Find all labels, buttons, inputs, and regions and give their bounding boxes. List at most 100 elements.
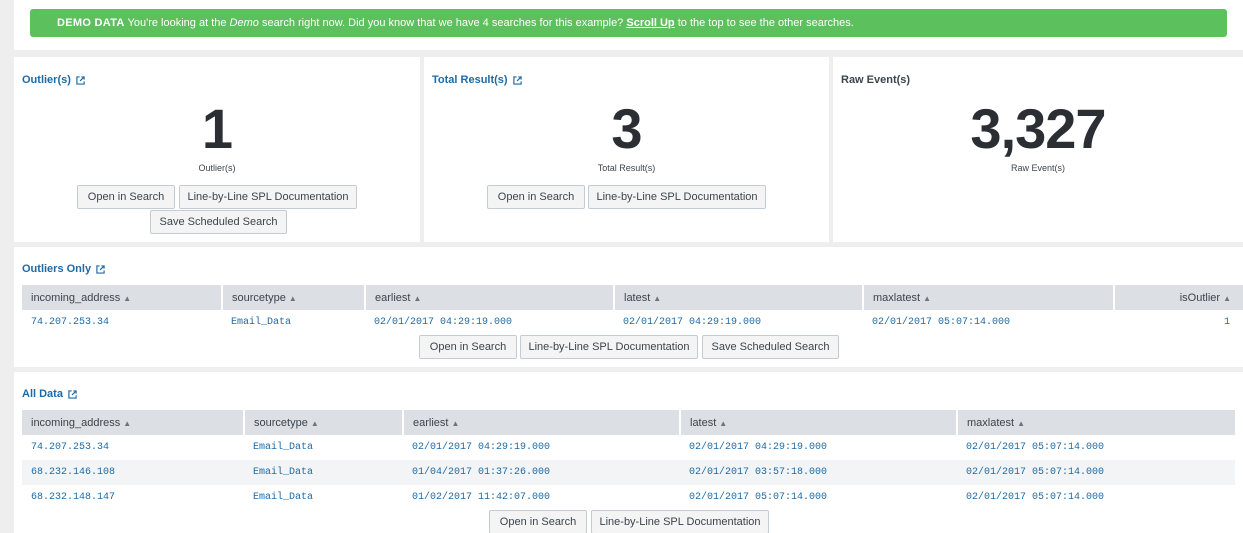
scroll-up-link[interactable]: Scroll Up [626, 17, 674, 29]
column-header-label: incoming_address [31, 416, 121, 429]
sort-icon[interactable]: ▲︎ [311, 419, 319, 428]
column-header[interactable]: latest ▲︎ [680, 410, 958, 435]
outliers-panel: Outlier(s) 1 Outlier(s) Open in Search L… [14, 57, 420, 242]
external-link-icon[interactable] [512, 75, 522, 85]
column-header[interactable]: maxlatest ▲︎ [957, 410, 1235, 435]
table-cell[interactable]: 74.207.253.34 [22, 435, 244, 460]
sort-icon[interactable]: ▲︎ [1223, 294, 1231, 303]
outliers-only-title[interactable]: Outliers Only [22, 263, 105, 275]
external-link-icon[interactable] [68, 389, 77, 399]
raw-events-value-label: Raw Event(s) [1010, 163, 1065, 173]
table-cell[interactable]: 02/01/2017 05:07:14.000 [863, 310, 1114, 335]
column-header-label: sourcetype [232, 291, 286, 304]
table-cell[interactable]: Email_Data [244, 460, 403, 485]
column-header-label: isOutlier [1179, 291, 1221, 304]
table-cell[interactable]: 1 [1114, 310, 1243, 335]
raw-events-title-text: Raw Event(s) [841, 74, 911, 86]
table-row: 68.232.146.108 Email_Data 01/04/2017 01:… [22, 460, 1235, 485]
table-cell[interactable]: 01/04/2017 01:37:26.000 [403, 460, 680, 485]
table-header-row: incoming_address ▲︎ sourcetype ▲︎ earliest… [22, 410, 1235, 435]
table-cell[interactable]: 02/01/2017 04:29:19.000 [614, 310, 863, 335]
spl-documentation-button[interactable]: Line-by-Line SPL Documentation [520, 335, 698, 359]
column-header[interactable]: earliest ▲︎ [403, 410, 681, 435]
sort-icon[interactable]: ▲︎ [653, 294, 661, 303]
column-header-label: maxlatest [967, 416, 1015, 429]
banner-text-1: You're looking at the [124, 17, 230, 29]
table-cell[interactable]: 68.232.146.108 [22, 460, 244, 485]
all-data-title-text[interactable]: All Data [22, 388, 63, 400]
banner-container: DEMO DATA You're looking at the Demo sea… [14, 0, 1243, 50]
external-link-icon[interactable] [76, 75, 85, 85]
column-header-label: earliest [413, 416, 449, 429]
open-in-search-button[interactable]: Open in Search [489, 510, 587, 533]
outliers-panel-title[interactable]: Outlier(s) [22, 74, 85, 86]
open-in-search-button[interactable]: Open in Search [77, 185, 175, 209]
table-cell[interactable]: 02/01/2017 05:07:14.000 [680, 485, 957, 510]
table-cell[interactable]: 68.232.148.147 [22, 485, 244, 510]
sort-icon[interactable]: ▲︎ [719, 419, 727, 428]
banner-demo-word: Demo [229, 17, 259, 29]
column-header-label: sourcetype [254, 416, 308, 429]
column-header[interactable]: incoming_address ▲︎ [22, 285, 223, 310]
outliers-only-title-text[interactable]: Outliers Only [22, 263, 91, 275]
table-cell[interactable]: 02/01/2017 05:07:14.000 [957, 435, 1235, 460]
column-header[interactable]: latest ▲︎ [614, 285, 864, 310]
table-header-row: incoming_address ▲︎ sourcetype ▲︎ earliest… [22, 285, 1243, 310]
all-data-title[interactable]: All Data [22, 388, 77, 400]
table-cell[interactable]: Email_Data [244, 485, 403, 510]
demo-banner: DEMO DATA You're looking at the Demo sea… [30, 9, 1227, 37]
all-data-panel: All Data incoming_address ▲︎ sourcetype ▲︎… [14, 372, 1243, 533]
save-scheduled-search-button[interactable]: Save Scheduled Search [150, 210, 287, 234]
table-cell[interactable]: 02/01/2017 04:29:19.000 [365, 310, 614, 335]
column-header[interactable]: isOutlier ▲︎ [1114, 285, 1243, 310]
column-header-label: earliest [375, 291, 411, 304]
column-header-label: latest [690, 416, 717, 429]
raw-events-panel-title: Raw Event(s) [841, 74, 910, 86]
column-header-label: incoming_address [31, 291, 121, 304]
column-header[interactable]: sourcetype ▲︎ [244, 410, 404, 435]
sort-icon[interactable]: ▲︎ [1017, 419, 1025, 428]
sort-icon[interactable]: ▲︎ [451, 419, 459, 428]
table-cell[interactable]: 02/01/2017 04:29:19.000 [680, 435, 957, 460]
open-in-search-button[interactable]: Open in Search [487, 185, 585, 209]
all-data-table: incoming_address ▲︎ sourcetype ▲︎ earliest… [22, 410, 1235, 510]
outliers-only-panel: Outliers Only incoming_address ▲︎ sourcet… [14, 247, 1243, 367]
save-scheduled-search-button[interactable]: Save Scheduled Search [702, 335, 839, 359]
total-results-panel-title[interactable]: Total Result(s) [432, 74, 522, 86]
sort-icon[interactable]: ▲︎ [289, 294, 297, 303]
sort-icon[interactable]: ▲︎ [923, 294, 931, 303]
table-cell[interactable]: 01/02/2017 11:42:07.000 [403, 485, 680, 510]
outliers-value: 1 [201, 97, 233, 160]
banner-text-2: search right now. Did you know that we h… [258, 17, 627, 29]
column-header[interactable]: maxlatest ▲︎ [863, 285, 1115, 310]
table-cell[interactable]: Email_Data [244, 435, 403, 460]
spl-documentation-button[interactable]: Line-by-Line SPL Documentation [591, 510, 769, 533]
column-header-label: maxlatest [873, 291, 921, 304]
sort-icon[interactable]: ▲︎ [123, 419, 131, 428]
outliers-only-table: incoming_address ▲︎ sourcetype ▲︎ earliest… [22, 285, 1243, 335]
open-in-search-button[interactable]: Open in Search [419, 335, 517, 359]
table-cell[interactable]: 02/01/2017 04:29:19.000 [403, 435, 680, 460]
total-results-title-text[interactable]: Total Result(s) [432, 74, 508, 86]
table-row: 74.207.253.34 Email_Data 02/01/2017 04:2… [22, 435, 1235, 460]
column-header-label: latest [624, 291, 651, 304]
table-row: 74.207.253.34 Email_Data 02/01/2017 04:2… [22, 310, 1243, 335]
column-header[interactable]: earliest ▲︎ [365, 285, 615, 310]
table-cell[interactable]: 02/01/2017 05:07:14.000 [957, 460, 1235, 485]
external-link-icon[interactable] [96, 264, 105, 274]
table-cell[interactable]: 02/01/2017 05:07:14.000 [957, 485, 1235, 510]
table-cell[interactable]: 74.207.253.34 [22, 310, 222, 335]
total-results-value-label: Total Result(s) [597, 163, 656, 173]
table-row: 68.232.148.147 Email_Data 01/02/2017 11:… [22, 485, 1235, 510]
spl-documentation-button[interactable]: Line-by-Line SPL Documentation [179, 185, 357, 209]
table-cell[interactable]: 02/01/2017 03:57:18.000 [680, 460, 957, 485]
column-header[interactable]: incoming_address ▲︎ [22, 410, 245, 435]
sort-icon[interactable]: ▲︎ [123, 294, 131, 303]
total-results-value: 3 [611, 97, 642, 160]
sort-icon[interactable]: ▲︎ [413, 294, 421, 303]
total-results-panel: Total Result(s) 3 Total Result(s) Open i… [424, 57, 829, 242]
spl-documentation-button[interactable]: Line-by-Line SPL Documentation [588, 185, 766, 209]
column-header[interactable]: sourcetype ▲︎ [222, 285, 366, 310]
outliers-title-text[interactable]: Outlier(s) [22, 74, 71, 86]
table-cell[interactable]: Email_Data [222, 310, 365, 335]
